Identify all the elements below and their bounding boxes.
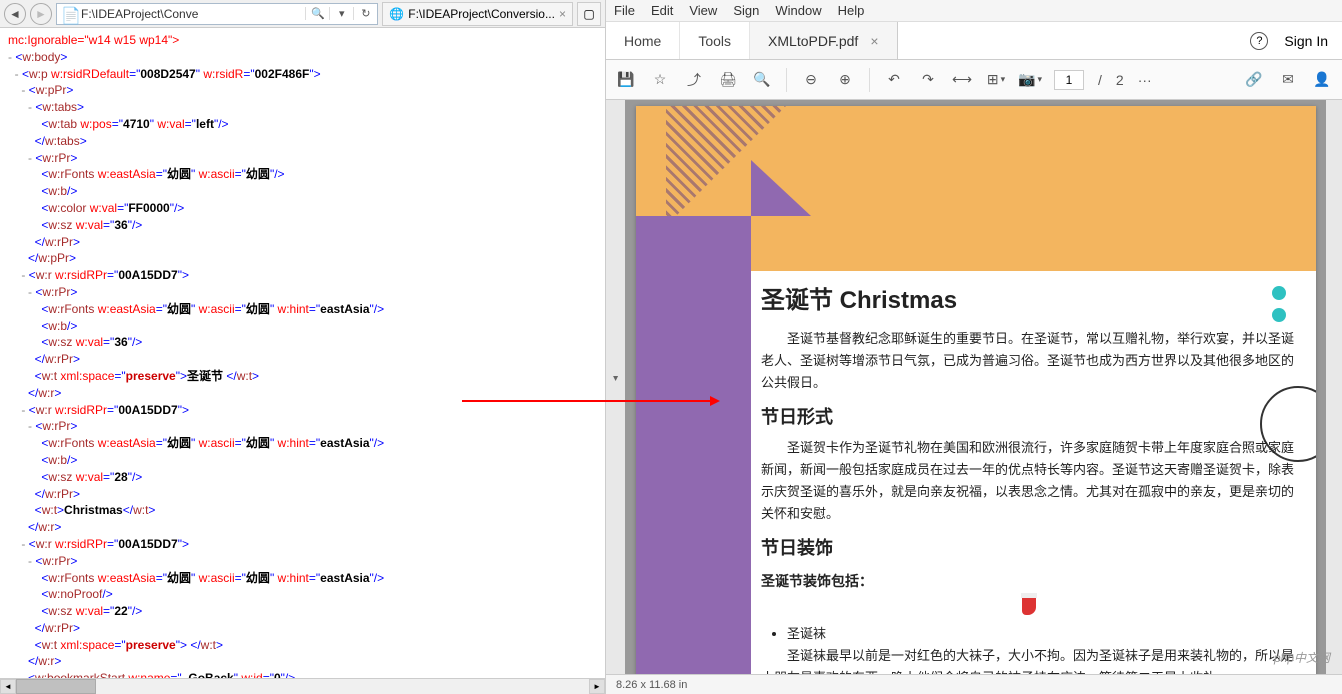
- tab-document[interactable]: XMLtoPDF.pdf ×: [750, 22, 897, 59]
- scroll-thumb[interactable]: [16, 679, 96, 694]
- account-icon[interactable]: 👤: [1312, 70, 1332, 90]
- xml-source-view[interactable]: mc:Ignorable="w14 w15 wp14"> - <w:body> …: [0, 28, 605, 678]
- tab-tools[interactable]: Tools: [680, 22, 750, 59]
- new-tab-button[interactable]: ▢: [577, 2, 601, 26]
- star-icon[interactable]: ☆: [650, 70, 670, 90]
- back-button[interactable]: ◄: [4, 3, 26, 25]
- page-number-input[interactable]: [1054, 70, 1084, 90]
- tab-close-icon[interactable]: ×: [870, 33, 878, 49]
- pdf-tab-bar: Home Tools XMLtoPDF.pdf × ? Sign In: [606, 22, 1342, 60]
- doc-paragraph: 圣诞贺卡作为圣诞节礼物在美国和欧洲很流行，许多家庭随贺卡带上年度家庭合照或家庭新…: [761, 437, 1296, 525]
- menu-edit[interactable]: Edit: [651, 3, 673, 18]
- undo-icon[interactable]: ↶: [884, 70, 904, 90]
- doc-heading: 节日装饰: [761, 533, 1296, 564]
- document-content: 圣诞节 Christmas 圣诞节基督教纪念耶稣诞生的重要节日。在圣诞节，常以互…: [761, 281, 1296, 674]
- help-icon[interactable]: ?: [1250, 32, 1268, 50]
- doc-subheading: 圣诞节装饰包括：: [761, 570, 1296, 594]
- conversion-arrow: [462, 400, 712, 402]
- doc-paragraph: 圣诞节基督教纪念耶稣诞生的重要节日。在圣诞节，常以互赠礼物，举行欢宴，并以圣诞老…: [761, 328, 1296, 394]
- doc-title: 圣诞节 Christmas: [761, 281, 1296, 322]
- ie-topbar: ◄ ► 📄 F:\IDEAProject\Conve 🔍 ▾ ↻ 🌐 F:\ID…: [0, 0, 605, 28]
- print-icon[interactable]: 🖨: [718, 70, 738, 90]
- pdf-menu-bar: File Edit View Sign Window Help: [606, 0, 1342, 22]
- ie-logo-icon: 🌐: [389, 7, 404, 21]
- v-scrollbar[interactable]: [1326, 100, 1342, 674]
- page-total: 2: [1116, 72, 1124, 88]
- ie-pane: ◄ ► 📄 F:\IDEAProject\Conve 🔍 ▾ ↻ 🌐 F:\ID…: [0, 0, 606, 694]
- scroll-right-button[interactable]: ►: [589, 679, 605, 694]
- tab-document-label: XMLtoPDF.pdf: [768, 33, 858, 49]
- address-bar[interactable]: 📄 F:\IDEAProject\Conve 🔍 ▾ ↻: [56, 3, 378, 25]
- side-panel[interactable]: ▸: [606, 100, 626, 674]
- pdf-status-bar: 8.26 x 11.68 in: [606, 674, 1342, 694]
- doc-heading: 节日形式: [761, 402, 1296, 433]
- menu-view[interactable]: View: [689, 3, 717, 18]
- sign-in-button[interactable]: Sign In: [1284, 33, 1328, 49]
- upload-icon[interactable]: ⤴: [684, 70, 704, 90]
- tab-close-icon[interactable]: ×: [559, 7, 566, 21]
- tab-title: F:\IDEAProject\Conversio...: [408, 7, 555, 21]
- zoom-out-icon[interactable]: ⊖: [801, 70, 821, 90]
- pdf-scroll-area[interactable]: 圣诞节 Christmas 圣诞节基督教纪念耶稣诞生的重要节日。在圣诞节，常以互…: [626, 100, 1326, 674]
- zoom-in-icon[interactable]: ⊕: [835, 70, 855, 90]
- pdf-page: 圣诞节 Christmas 圣诞节基督教纪念耶稣诞生的重要节日。在圣诞节，常以互…: [636, 106, 1316, 674]
- address-text: F:\IDEAProject\Conve: [81, 7, 305, 21]
- doc-paragraph: 圣诞袜最早以前是一对红色的大袜子，大小不拘。因为圣诞袜子是用来装礼物的，所以是小…: [761, 645, 1296, 674]
- scroll-left-button[interactable]: ◄: [0, 679, 16, 694]
- pdf-pane: File Edit View Sign Window Help Home Too…: [606, 0, 1342, 694]
- menu-window[interactable]: Window: [775, 3, 821, 18]
- menu-file[interactable]: File: [614, 3, 635, 18]
- fit-page-icon[interactable]: ⊞▾: [986, 70, 1006, 90]
- browser-tab[interactable]: 🌐 F:\IDEAProject\Conversio... ×: [382, 2, 573, 26]
- watermark: php中文网: [1274, 649, 1330, 666]
- dropdown-icon[interactable]: ▾: [329, 7, 353, 20]
- search-icon[interactable]: 🔍: [752, 70, 772, 90]
- overflow-icon[interactable]: ···: [1138, 72, 1152, 88]
- snapshot-icon[interactable]: 📷▾: [1020, 70, 1040, 90]
- menu-sign[interactable]: Sign: [733, 3, 759, 18]
- h-scrollbar[interactable]: ◄ ►: [0, 678, 605, 694]
- list-item: 圣诞袜: [787, 623, 1296, 645]
- page-sep: /: [1098, 72, 1102, 88]
- tab-home[interactable]: Home: [606, 22, 680, 59]
- search-icon[interactable]: 🔍: [305, 7, 329, 20]
- link-icon[interactable]: 🔗: [1244, 70, 1264, 90]
- save-icon[interactable]: 💾: [616, 70, 636, 90]
- fit-width-icon[interactable]: ⟷: [952, 70, 972, 90]
- collapse-icon[interactable]: ▸: [610, 376, 621, 395]
- menu-help[interactable]: Help: [838, 3, 865, 18]
- sock-icon: [1022, 597, 1036, 615]
- email-icon[interactable]: ✉: [1278, 70, 1298, 90]
- redo-icon[interactable]: ↷: [918, 70, 938, 90]
- page-dimensions: 8.26 x 11.68 in: [616, 679, 687, 691]
- refresh-button[interactable]: ↻: [353, 7, 377, 20]
- pdf-stage: ▸ 圣诞节 Christmas 圣诞节基督教纪念耶稣诞生的重要节日。在圣诞节，常…: [606, 100, 1342, 674]
- page-icon: 📄: [61, 6, 77, 22]
- pdf-toolbar: 💾 ☆ ⤴ 🖨 🔍 ⊖ ⊕ ↶ ↷ ⟷ ⊞▾ 📷▾ / 2 ··· 🔗 ✉ 👤: [606, 60, 1342, 100]
- forward-button[interactable]: ►: [30, 3, 52, 25]
